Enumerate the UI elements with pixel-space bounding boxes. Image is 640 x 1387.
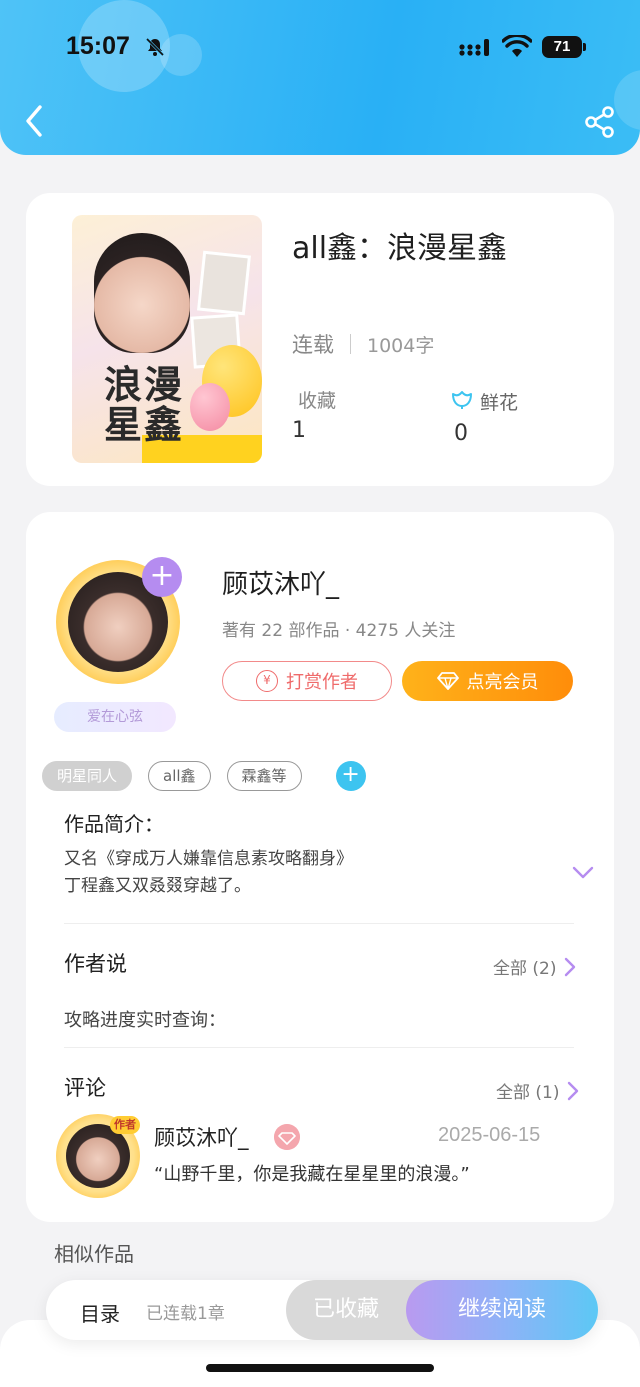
vip-button[interactable]: 点亮会员	[402, 661, 573, 701]
gem-icon	[274, 1124, 300, 1150]
author-detail-card: + 爱在心弦 顾苡沐吖_ 著有 22 部作品 · 4275 人关注 ¥ 打赏作者…	[26, 512, 614, 1222]
word-count: 1004字	[367, 334, 435, 357]
toc-button[interactable]: 目录	[80, 1298, 120, 1327]
book-cover[interactable]: 浪漫星鑫	[72, 215, 262, 463]
diamond-icon	[436, 672, 459, 690]
wifi-icon	[502, 35, 532, 57]
top-header: 15:07 71	[0, 0, 640, 155]
comment-date: 2025-06-15	[438, 1124, 541, 1146]
flower-icon	[452, 391, 472, 409]
flowers-label: 鲜花	[480, 392, 519, 414]
reward-author-button[interactable]: ¥ 打赏作者	[222, 661, 392, 701]
author-name[interactable]: 顾苡沐吖_	[222, 564, 339, 601]
intro-title: 作品简介：	[64, 812, 164, 836]
battery-level: 71	[542, 36, 582, 58]
fan-badge: 爱在心弦	[54, 702, 176, 732]
book-status: 连载	[292, 333, 334, 357]
back-icon[interactable]	[22, 103, 48, 139]
flowers-count: 0	[454, 421, 468, 446]
reward-label: 打赏作者	[286, 672, 358, 693]
battery-icon: 71	[542, 36, 586, 58]
tag-chip[interactable]: 霖鑫等	[226, 761, 302, 791]
comments-title: 评论	[64, 1076, 106, 1100]
chevron-right-icon	[565, 957, 576, 976]
divider	[64, 1047, 574, 1048]
commenter-name[interactable]: 顾苡沐吖_	[154, 1122, 249, 1152]
vip-label: 点亮会员	[466, 672, 539, 693]
tag-chip[interactable]: all鑫	[148, 761, 211, 791]
chevron-down-icon[interactable]	[572, 866, 594, 880]
home-indicator	[206, 1364, 434, 1372]
intro-line: 丁程鑫又双叒叕穿越了。	[64, 876, 251, 896]
share-icon[interactable]	[584, 106, 616, 138]
status-time: 15:07	[66, 32, 130, 60]
cover-portrait	[94, 233, 190, 353]
book-info-card: 浪漫星鑫 all鑫：浪漫星鑫 连载 1004字 收藏 1 鲜花 0	[26, 193, 614, 486]
comments-see-all[interactable]: 全部 (1)	[496, 1078, 579, 1103]
author-says-title: 作者说	[64, 952, 127, 976]
signal-icon	[459, 39, 489, 56]
bell-off-icon	[145, 37, 165, 57]
author-says-text: 攻略进度实时查询：	[64, 1010, 226, 1031]
see-all-label: 全部 (2)	[493, 959, 557, 979]
coin-icon: ¥	[256, 670, 278, 692]
comment-text[interactable]: “山野千里，你是我藏在星星里的浪漫。”	[154, 1160, 470, 1186]
author-says-see-all[interactable]: 全部 (2)	[493, 954, 576, 979]
similar-works-title: 相似作品	[54, 1242, 134, 1266]
follow-plus-icon[interactable]: +	[142, 557, 182, 597]
cover-photo	[196, 250, 252, 316]
author-tag: 作者	[110, 1116, 140, 1134]
book-title: all鑫：浪漫星鑫	[292, 231, 508, 266]
cover-title: 浪漫星鑫	[104, 362, 185, 447]
decor-bubble	[160, 34, 202, 76]
tag-list: 明星同人 all鑫 霖鑫等 +	[42, 761, 366, 791]
decor-bubble	[614, 70, 640, 130]
see-all-label: 全部 (1)	[496, 1083, 560, 1103]
divider	[64, 923, 574, 924]
favorites-count: 1	[292, 418, 306, 443]
add-tag-plus-icon[interactable]: +	[335, 761, 366, 791]
intro-text[interactable]: 又名《穿成万人嫌靠信息素攻略翻身》 丁程鑫又双叒叕穿越了。	[64, 846, 504, 900]
intro-line: 又名《穿成万人嫌靠信息素攻略翻身》	[64, 849, 353, 869]
continue-reading-button[interactable]: 继续阅读	[406, 1280, 598, 1340]
favorites-label: 收藏	[298, 390, 337, 412]
toc-count: 已连载1章	[146, 1304, 225, 1324]
tag-chip[interactable]: 明星同人	[42, 761, 133, 791]
author-stats: 著有 22 部作品 · 4275 人关注	[222, 621, 456, 641]
cover-balloon	[190, 383, 230, 431]
book-meta: 连载 1004字	[292, 329, 434, 359]
chevron-right-icon	[568, 1081, 579, 1100]
